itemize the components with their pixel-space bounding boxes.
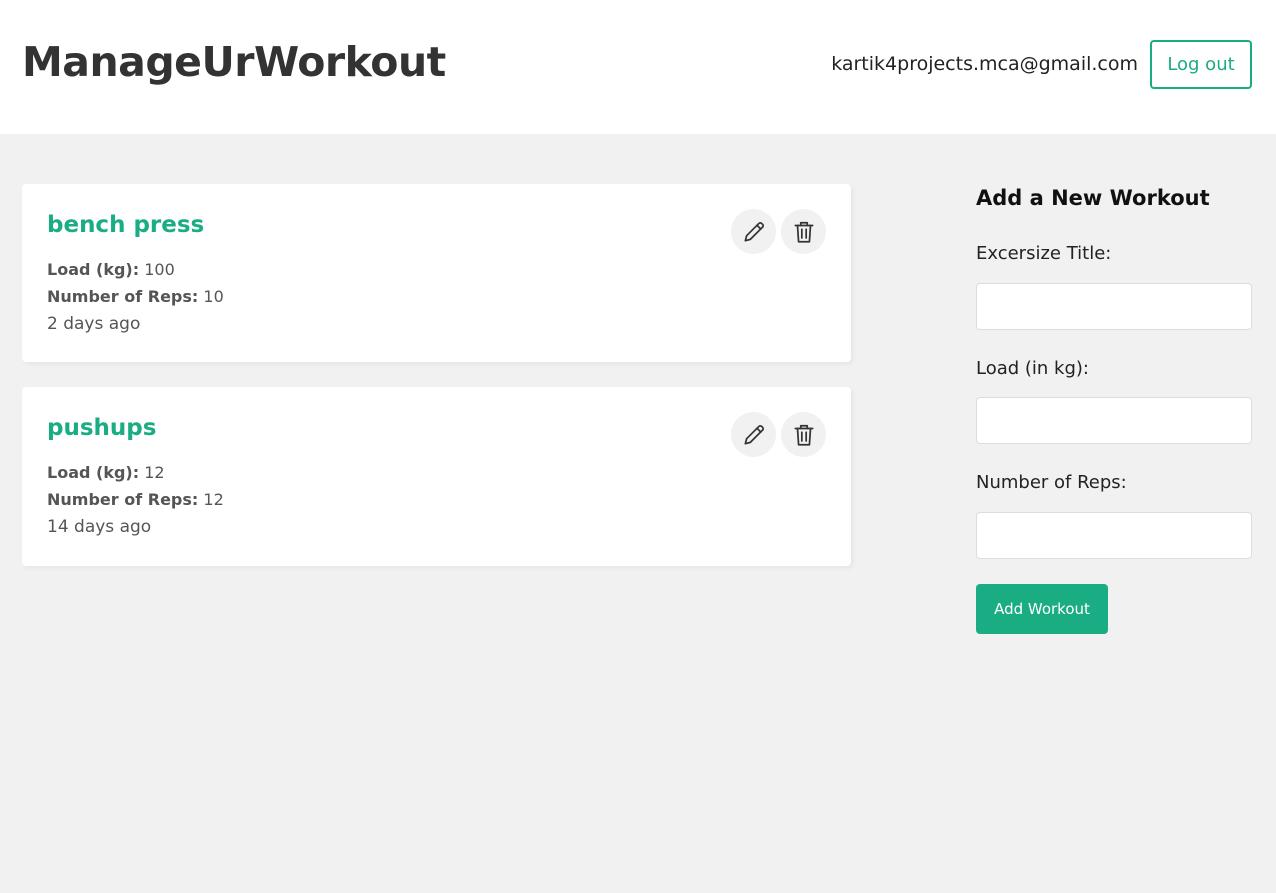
workout-card: pushups Load (kg): 12 Number of Reps: 12… <box>22 387 851 566</box>
pencil-icon <box>743 424 764 445</box>
reps-value: 12 <box>203 490 224 509</box>
add-workout-button[interactable]: Add Workout <box>976 584 1108 634</box>
edit-workout-button[interactable] <box>731 412 776 457</box>
workout-load: Load (kg): 12 <box>47 463 165 482</box>
form-title: Add a New Workout <box>976 186 1210 210</box>
reps-input[interactable] <box>976 512 1252 559</box>
user-email: kartik4projects.mca@gmail.com <box>831 53 1138 75</box>
edit-workout-button[interactable] <box>731 209 776 254</box>
title-input[interactable] <box>976 283 1252 330</box>
reps-label: Number of Reps: <box>47 490 199 509</box>
workout-load: Load (kg): 100 <box>47 260 175 279</box>
reps-label: Number of Reps: <box>976 472 1127 493</box>
workout-title: pushups <box>47 415 157 441</box>
trash-icon <box>793 221 814 243</box>
load-value: 12 <box>144 463 165 482</box>
reps-value: 10 <box>203 287 224 306</box>
load-label: Load (kg): <box>47 260 140 279</box>
load-input[interactable] <box>976 397 1252 444</box>
delete-workout-button[interactable] <box>781 209 826 254</box>
load-label: Load (in kg): <box>976 358 1089 379</box>
logout-button[interactable]: Log out <box>1150 40 1252 89</box>
delete-workout-button[interactable] <box>781 412 826 457</box>
navbar: ManageUrWorkout kartik4projects.mca@gmai… <box>0 0 1276 134</box>
title-label: Excersize Title: <box>976 243 1112 264</box>
workout-card: bench press Load (kg): 100 Number of Rep… <box>22 184 851 362</box>
workout-reps: Number of Reps: 10 <box>47 287 224 306</box>
load-value: 100 <box>144 260 175 279</box>
workout-reps: Number of Reps: 12 <box>47 490 224 509</box>
workout-title: bench press <box>47 212 205 238</box>
pencil-icon <box>743 221 764 242</box>
trash-icon <box>793 424 814 446</box>
app-title-link[interactable]: ManageUrWorkout <box>22 38 446 86</box>
load-label: Load (kg): <box>47 463 140 482</box>
workout-timestamp: 2 days ago <box>47 314 141 334</box>
reps-label: Number of Reps: <box>47 287 199 306</box>
workout-timestamp: 14 days ago <box>47 517 152 537</box>
